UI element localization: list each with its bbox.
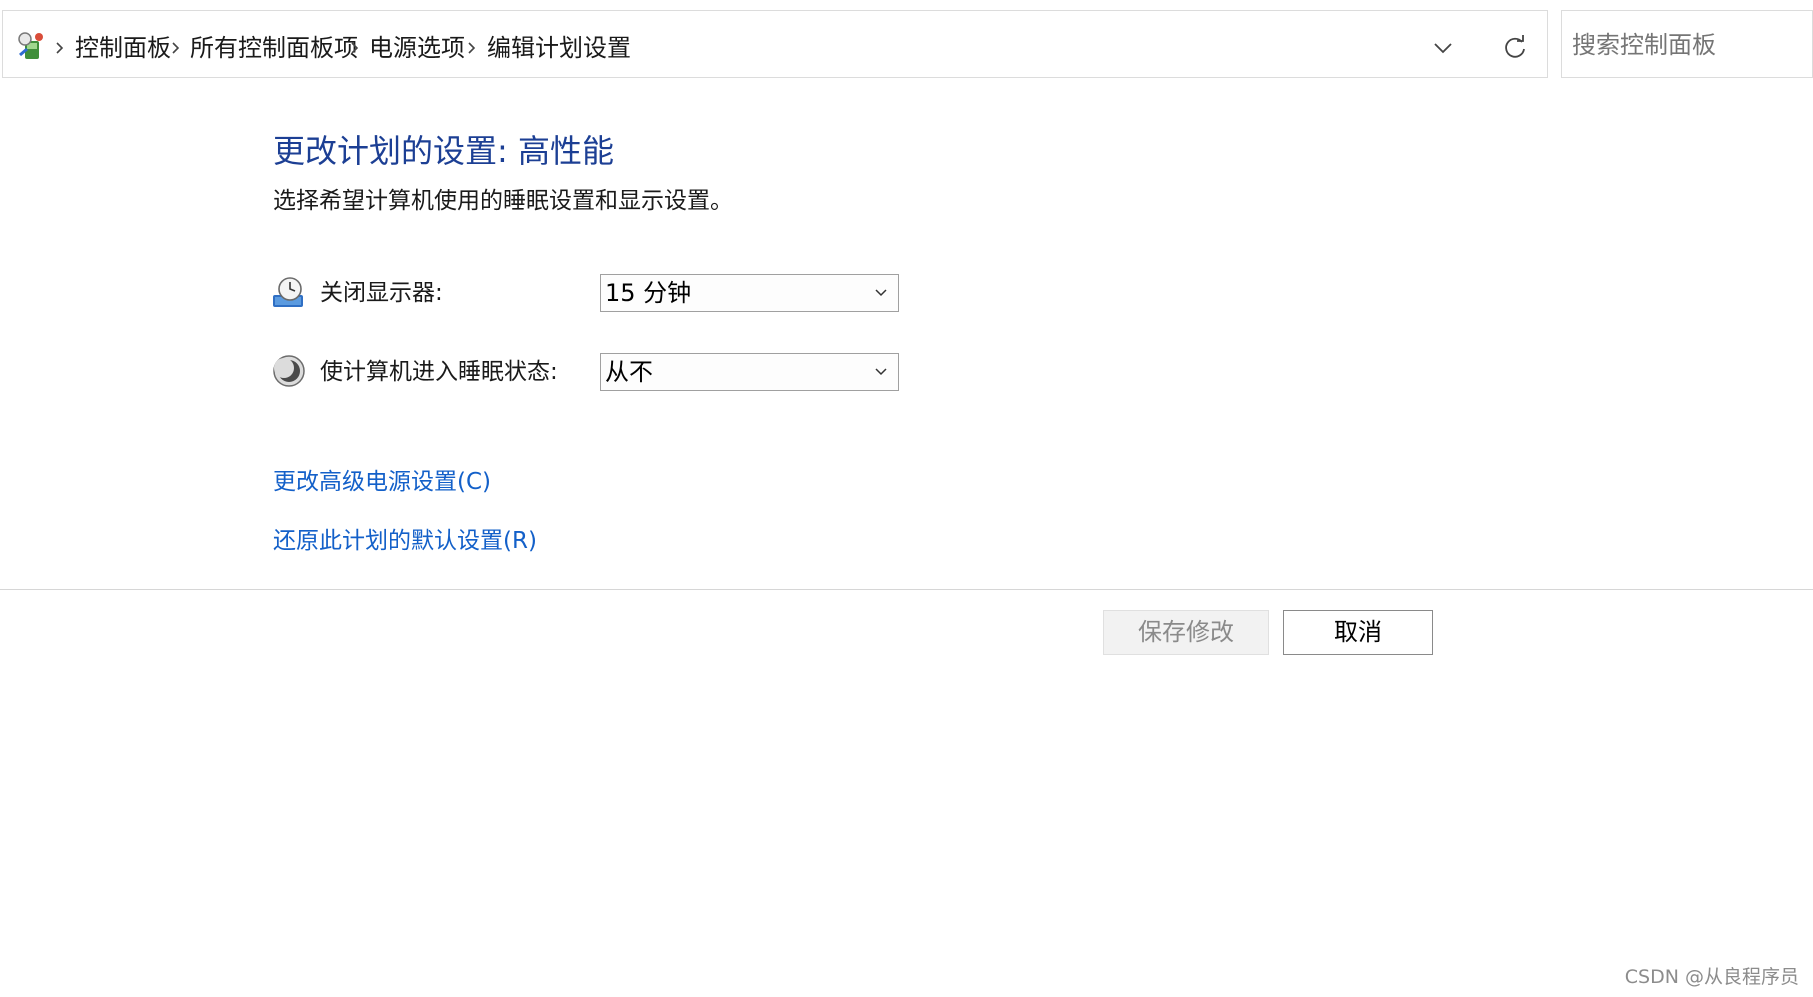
save-changes-button[interactable]: 保存修改 xyxy=(1103,610,1269,655)
chevron-right-icon xyxy=(468,42,476,54)
turn-off-display-label: 关闭显示器: xyxy=(320,280,443,306)
chevron-down-icon xyxy=(875,368,887,376)
chevron-right-icon xyxy=(172,42,180,54)
watermark: CSDN @从良程序员 xyxy=(1624,966,1799,988)
page-subtitle: 选择希望计算机使用的睡眠设置和显示设置。 xyxy=(273,188,733,214)
advanced-power-settings-link[interactable]: 更改高级电源设置(C) xyxy=(273,467,491,497)
sleep-value: 从不 xyxy=(605,358,653,386)
turn-off-display-select[interactable]: 15 分钟 xyxy=(600,274,899,312)
breadcrumb-control-panel[interactable]: 控制面板 xyxy=(75,33,171,63)
sleep-moon-icon xyxy=(273,355,305,387)
chevron-down-icon[interactable] xyxy=(1423,31,1463,65)
sleep-select[interactable]: 从不 xyxy=(600,353,899,391)
search-box[interactable] xyxy=(1561,10,1813,78)
breadcrumb-power-options[interactable]: 电源选项 xyxy=(369,33,465,63)
chevron-down-icon xyxy=(875,289,887,297)
sleep-label: 使计算机进入睡眠状态: xyxy=(320,359,558,385)
chevron-right-icon xyxy=(56,42,64,54)
divider xyxy=(0,589,1813,590)
chevron-right-icon xyxy=(351,42,359,54)
breadcrumb-all-items[interactable]: 所有控制面板项 xyxy=(190,33,358,63)
address-bar[interactable]: 控制面板 所有控制面板项 电源选项 编辑计划设置 xyxy=(2,10,1548,78)
breadcrumb-edit-plan[interactable]: 编辑计划设置 xyxy=(487,33,631,63)
restore-defaults-link[interactable]: 还原此计划的默认设置(R) xyxy=(273,526,537,556)
refresh-icon[interactable] xyxy=(1495,31,1535,65)
cancel-button[interactable]: 取消 xyxy=(1283,610,1433,655)
display-clock-icon xyxy=(273,277,303,307)
control-panel-icon xyxy=(18,32,43,59)
turn-off-display-value: 15 分钟 xyxy=(605,279,692,307)
page-title: 更改计划的设置: 高性能 xyxy=(273,132,614,170)
search-input[interactable] xyxy=(1572,29,1802,61)
